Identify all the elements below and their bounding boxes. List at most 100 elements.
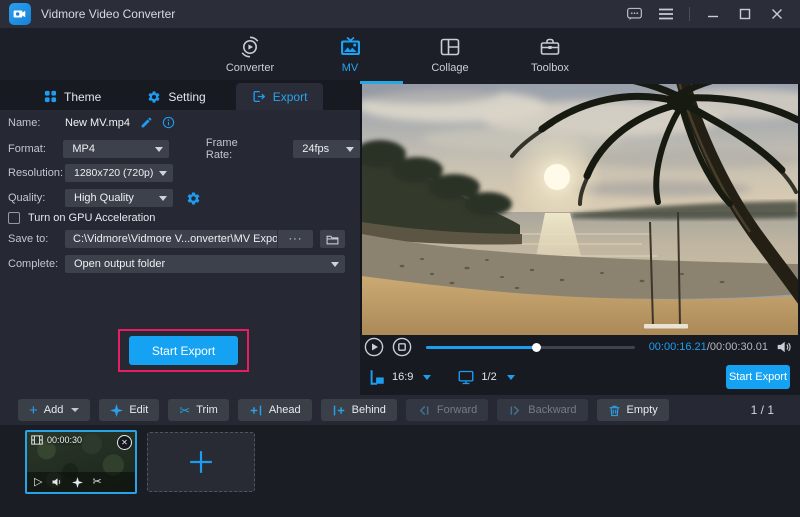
setting-gear-icon [147,90,161,104]
video-preview [362,84,798,335]
menu-hamburger-icon[interactable] [657,5,675,23]
name-value: New MV.mp4 [65,117,130,129]
folder-icon [326,234,339,245]
quality-dropdown[interactable]: High Quality [65,189,173,207]
nav-label-mv: MV [342,62,359,74]
aspect-ratio-value: 16:9 [392,371,413,383]
stop-button[interactable] [392,337,412,357]
clip-close-icon[interactable]: ✕ [117,435,132,450]
clip-volume-icon[interactable] [51,477,63,487]
screen-chevron-icon[interactable] [507,375,515,380]
clip-play-icon[interactable]: ▷ [34,477,42,488]
ahead-button[interactable]: Ahead [238,399,312,421]
rename-icon[interactable] [140,116,153,129]
edit-button[interactable]: Edit [99,399,159,421]
timeline-toolbar: + Add Edit ✂ Trim Ahead Behind [0,395,800,425]
resolution-value: 1280x720 (720p) [74,167,153,179]
framerate-value: 24fps [302,143,329,155]
volume-icon[interactable] [776,340,792,354]
timeline-strip: 00:00:30 ✕ ▷ ✂ [0,425,800,517]
complete-value: Open output folder [74,258,165,270]
panel-tabs: Theme Setting Export [0,80,360,110]
add-clip-slot[interactable] [147,432,255,492]
main-navigation: Converter MV Collage [0,28,800,80]
seek-slider-fill [426,346,537,349]
mv-icon [338,35,363,59]
save-to-row: Save to: C:\Vidmore\Vidmore V...onverter… [8,230,345,248]
format-dropdown[interactable]: MP4 [63,140,169,158]
save-to-path-value: C:\Vidmore\Vidmore V...onverter\MV Expor… [73,233,277,245]
chevron-down-icon [155,147,163,152]
forward-button[interactable]: Forward [406,399,488,421]
framerate-dropdown[interactable]: 24fps [293,140,360,158]
start-export-side-button[interactable]: Start Export [726,365,790,389]
resolution-label: Resolution: [8,167,65,179]
nav-label-collage: Collage [431,62,468,74]
nav-tab-mv[interactable]: MV [315,35,385,74]
aspect-ratio-chevron-icon[interactable] [423,375,431,380]
toolbox-icon [538,35,562,59]
collage-icon [438,35,462,59]
feedback-icon[interactable] [625,5,643,23]
behind-button[interactable]: Behind [321,399,397,421]
seek-slider-handle[interactable] [532,343,541,352]
aspect-ratio-icon[interactable] [368,368,386,386]
save-to-path-field[interactable]: C:\Vidmore\Vidmore V...onverter\MV Expor… [65,230,277,248]
add-button[interactable]: + Add [18,399,90,421]
chevron-down-icon [159,171,167,176]
tab-setting[interactable]: Setting [131,83,221,110]
trim-button[interactable]: ✂ Trim [168,399,229,421]
behind-label: Behind [352,404,386,416]
minimize-button[interactable] [704,5,722,23]
scissors-icon: ✂ [179,404,190,417]
browse-dots: ··· [289,233,303,245]
info-icon[interactable] [162,116,175,129]
tab-theme[interactable]: Theme [28,83,117,110]
nav-tab-collage[interactable]: Collage [415,35,485,74]
maximize-button[interactable] [736,5,754,23]
export-panel: Theme Setting Export Name: New MV.mp4 [0,80,360,395]
gpu-acceleration-checkbox[interactable] [8,212,20,224]
open-folder-button[interactable] [320,230,345,248]
tab-export-label: Export [273,90,308,104]
titlebar: Vidmore Video Converter [0,0,800,28]
player-controls: 00:00:16.21/00:00:30.01 [360,335,800,359]
nav-label-converter: Converter [226,62,274,74]
save-to-label: Save to: [8,233,65,245]
tab-export[interactable]: Export [236,83,324,110]
timeline-clip-selected[interactable]: 00:00:30 ✕ ▷ ✂ [25,430,137,494]
complete-dropdown[interactable]: Open output folder [65,255,345,273]
clip-edit-sparkle-icon[interactable] [72,477,83,488]
backward-button[interactable]: Backward [497,399,587,421]
plus-icon: + [29,403,38,418]
close-button[interactable] [768,5,786,23]
play-button[interactable] [364,337,384,357]
browse-button[interactable]: ··· [277,230,313,248]
gpu-acceleration-label: Turn on GPU Acceleration [28,212,155,224]
window-title: Vidmore Video Converter [41,7,175,21]
clip-duration: 00:00:30 [47,435,82,445]
nav-tab-converter[interactable]: Converter [215,35,285,74]
quality-value: High Quality [74,192,134,204]
clip-meta: 00:00:30 [31,435,82,445]
seek-slider[interactable] [426,346,635,349]
screen-page-value: 1/2 [481,371,496,383]
screen-icon[interactable] [457,369,475,386]
nav-tab-toolbox[interactable]: Toolbox [515,35,585,74]
clip-trim-scissors-icon[interactable]: ✂ [92,477,101,488]
beach-sunset-scene [362,84,798,335]
move-backward-icon [508,404,522,417]
ahead-label: Ahead [269,404,301,416]
name-label: Name: [8,117,65,129]
quality-settings-gear-icon[interactable] [186,191,201,206]
annotation-highlight: Start Export [118,329,249,372]
add-chevron-icon [71,408,79,412]
add-label: Add [44,404,64,416]
empty-button[interactable]: Empty [597,399,669,421]
quality-row: Quality: High Quality [8,189,201,207]
export-icon [252,90,266,103]
insert-ahead-icon [249,404,263,417]
start-export-button[interactable]: Start Export [129,336,238,365]
resolution-dropdown[interactable]: 1280x720 (720p) [65,164,173,182]
theme-icon [44,90,57,103]
